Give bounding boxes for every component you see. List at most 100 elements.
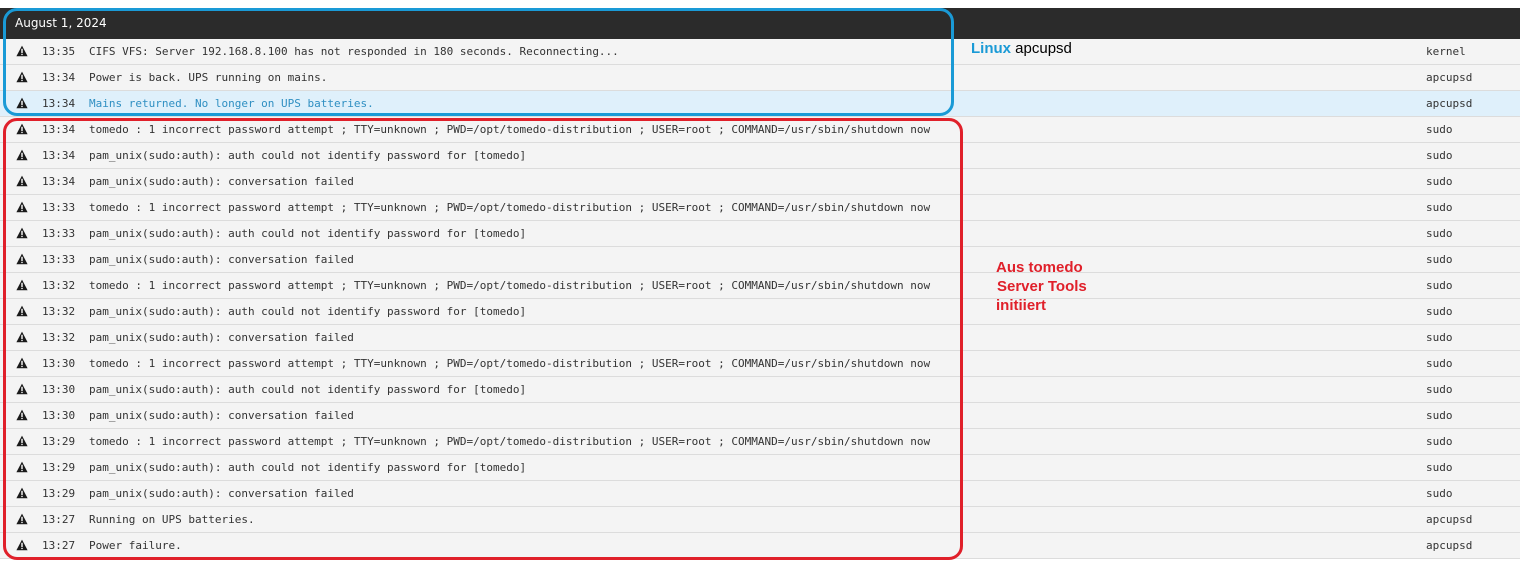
warning-triangle-icon: [16, 409, 28, 421]
annotation-linux-label: Linux apcupsd: [971, 40, 1072, 57]
log-entry-message: pam_unix(sudo:auth): conversation failed: [89, 331, 354, 344]
warning-triangle-icon: [16, 435, 28, 447]
log-entry-row[interactable]: 13:32 tomedo : 1 incorrect password attem…: [0, 273, 1520, 299]
log-entry-source: sudo: [1426, 409, 1453, 422]
annotation-linux-rest: apcupsd: [1015, 40, 1072, 57]
log-entry-row[interactable]: 13:34 pam_unix(sudo:auth): conversation f…: [0, 169, 1520, 195]
log-entry-row[interactable]: 13:33 tomedo : 1 incorrect password attem…: [0, 195, 1520, 221]
log-entry-row[interactable]: 13:27 Running on UPS batteries. apcupsd: [0, 507, 1520, 533]
log-entry-source: sudo: [1426, 175, 1453, 188]
warning-triangle-icon: [16, 149, 28, 161]
log-entry-source: sudo: [1426, 331, 1453, 344]
log-entry-source: sudo: [1426, 279, 1453, 292]
log-entry-source: sudo: [1426, 201, 1453, 214]
log-entry-message: tomedo : 1 incorrect password attempt ; …: [89, 435, 931, 448]
log-entry-time: 13:32: [42, 305, 76, 318]
log-entry-row[interactable]: 13:35 CIFS VFS: Server 192.168.8.100 has …: [0, 39, 1520, 65]
log-entry-time: 13:34: [42, 71, 76, 84]
log-entry-source: sudo: [1426, 227, 1453, 240]
log-entry-time: 13:32: [42, 331, 76, 344]
warning-triangle-icon: [16, 175, 28, 187]
log-entry-message: pam_unix(sudo:auth): conversation failed: [89, 409, 354, 422]
log-entry-row[interactable]: 13:33 pam_unix(sudo:auth): auth could not…: [0, 221, 1520, 247]
log-entry-message: tomedo : 1 incorrect password attempt ; …: [89, 123, 931, 136]
warning-triangle-icon: [16, 305, 28, 317]
log-entry-message: pam_unix(sudo:auth): conversation failed: [89, 253, 354, 266]
annotation-linux-bold: Linux: [971, 40, 1011, 57]
log-entry-source: sudo: [1426, 149, 1453, 162]
log-entry-row[interactable]: 13:34 Power is back. UPS running on mains…: [0, 65, 1520, 91]
log-entry-row[interactable]: 13:30 pam_unix(sudo:auth): conversation f…: [0, 403, 1520, 429]
log-entry-message: pam_unix(sudo:auth): auth could not iden…: [89, 383, 527, 396]
warning-triangle-icon: [16, 383, 28, 395]
log-entry-message: Mains returned. No longer on UPS batteri…: [89, 97, 374, 110]
annotation-tomedo-line: Server Tools: [997, 278, 1087, 295]
log-entry-time: 13:30: [42, 383, 76, 396]
log-entry-time: 13:32: [42, 279, 76, 292]
log-entry-source: sudo: [1426, 305, 1453, 318]
warning-triangle-icon: [16, 357, 28, 369]
log-entry-time: 13:29: [42, 461, 76, 474]
date-group-header: August 1, 2024: [0, 8, 1520, 39]
annotation-tomedo-label: Aus tomedo Server Tools initiiert: [996, 258, 1087, 315]
warning-triangle-icon: [16, 123, 28, 135]
log-entry-source: sudo: [1426, 123, 1453, 136]
warning-triangle-icon: [16, 539, 28, 551]
log-entry-time: 13:29: [42, 435, 76, 448]
log-entry-row[interactable]: 13:34 pam_unix(sudo:auth): auth could not…: [0, 143, 1520, 169]
log-entry-message: tomedo : 1 incorrect password attempt ; …: [89, 279, 931, 292]
log-entry-source: apcupsd: [1426, 97, 1473, 110]
log-entry-row[interactable]: 13:29 pam_unix(sudo:auth): conversation f…: [0, 481, 1520, 507]
log-entry-time: 13:35: [42, 45, 76, 58]
log-entry-row[interactable]: 13:34 tomedo : 1 incorrect password attem…: [0, 117, 1520, 143]
warning-triangle-icon: [16, 331, 28, 343]
log-entry-row[interactable]: 13:29 tomedo : 1 incorrect password attem…: [0, 429, 1520, 455]
log-entry-list: 13:35 CIFS VFS: Server 192.168.8.100 has …: [0, 39, 1520, 559]
warning-triangle-icon: [16, 71, 28, 83]
log-entry-source: apcupsd: [1426, 539, 1473, 552]
log-entry-time: 13:33: [42, 227, 76, 240]
log-entry-source: sudo: [1426, 357, 1453, 370]
log-entry-row[interactable]: 13:32 pam_unix(sudo:auth): conversation f…: [0, 325, 1520, 351]
warning-triangle-icon: [16, 279, 28, 291]
warning-triangle-icon: [16, 253, 28, 265]
log-entry-time: 13:34: [42, 175, 76, 188]
log-entry-time: 13:27: [42, 513, 76, 526]
log-entry-time: 13:34: [42, 97, 76, 110]
log-entry-row[interactable]: 13:32 pam_unix(sudo:auth): auth could not…: [0, 299, 1520, 325]
log-entry-message: Power is back. UPS running on mains.: [89, 71, 328, 84]
log-entry-source: sudo: [1426, 461, 1453, 474]
log-entry-row[interactable]: 13:30 pam_unix(sudo:auth): auth could not…: [0, 377, 1520, 403]
log-entry-message: pam_unix(sudo:auth): auth could not iden…: [89, 461, 527, 474]
log-entry-source: sudo: [1426, 487, 1453, 500]
log-entry-row[interactable]: 13:34 Mains returned. No longer on UPS ba…: [0, 91, 1520, 117]
log-entry-source: kernel: [1426, 45, 1466, 58]
log-entry-time: 13:27: [42, 539, 76, 552]
log-entry-source: sudo: [1426, 435, 1453, 448]
log-entry-row[interactable]: 13:33 pam_unix(sudo:auth): conversation f…: [0, 247, 1520, 273]
log-entry-message: pam_unix(sudo:auth): auth could not iden…: [89, 149, 527, 162]
journal-log-view: August 1, 2024 13:35 CIFS VFS: Server 192…: [0, 0, 1520, 563]
warning-triangle-icon: [16, 513, 28, 525]
log-entry-message: pam_unix(sudo:auth): conversation failed: [89, 175, 354, 188]
log-entry-time: 13:34: [42, 123, 76, 136]
log-entry-message: Power failure.: [89, 539, 182, 552]
warning-triangle-icon: [16, 487, 28, 499]
annotation-tomedo-line: initiiert: [996, 297, 1047, 314]
log-entry-time: 13:34: [42, 149, 76, 162]
warning-triangle-icon: [16, 201, 28, 213]
log-entry-row[interactable]: 13:29 pam_unix(sudo:auth): auth could not…: [0, 455, 1520, 481]
log-entry-time: 13:33: [42, 253, 76, 266]
log-entry-source: sudo: [1426, 253, 1453, 266]
warning-triangle-icon: [16, 97, 28, 109]
log-entry-time: 13:30: [42, 409, 76, 422]
log-entry-time: 13:33: [42, 201, 76, 214]
log-entry-source: apcupsd: [1426, 513, 1473, 526]
log-entry-row[interactable]: 13:30 tomedo : 1 incorrect password attem…: [0, 351, 1520, 377]
warning-triangle-icon: [16, 45, 28, 57]
log-entry-message: CIFS VFS: Server 192.168.8.100 has not r…: [89, 45, 619, 58]
log-entry-message: pam_unix(sudo:auth): auth could not iden…: [89, 227, 527, 240]
annotation-tomedo-line: Aus tomedo: [996, 259, 1083, 276]
log-entry-row[interactable]: 13:27 Power failure. apcupsd: [0, 533, 1520, 559]
log-entry-message: Running on UPS batteries.: [89, 513, 255, 526]
